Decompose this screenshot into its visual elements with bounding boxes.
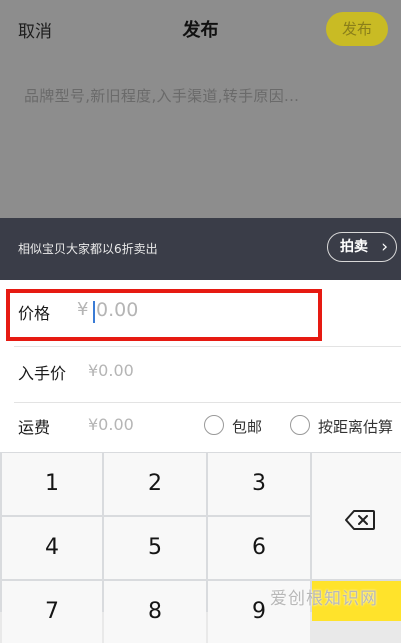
free-shipping-label: 包邮 [232,418,263,436]
backspace-icon [345,510,375,530]
key-2[interactable]: 2 [104,453,206,515]
price-form: 价格 ¥ 入手价 ¥0.00 运费 ¥0.00 包邮 按距离估算 [0,280,401,452]
divider [14,402,401,403]
key-3[interactable]: 3 [208,453,310,515]
auction-button[interactable]: 拍卖 › [327,232,397,262]
original-price-label: 入手价 [18,364,67,383]
chevron-right-icon: › [381,237,388,257]
description-input[interactable]: 品牌型号,新旧程度,入手渠道,转手原因... [24,85,299,106]
delete-key[interactable] [312,453,401,579]
key-6[interactable]: 6 [208,517,310,579]
watermark: 爱创根知识网 [270,589,378,609]
auction-label: 拍卖 [340,239,368,255]
radio-circle-icon [204,415,224,435]
price-row: 价格 ¥ [0,280,401,341]
key-5[interactable]: 5 [104,517,206,579]
key-1[interactable]: 1 [2,453,102,515]
price-input[interactable] [96,294,296,326]
text-cursor [93,301,95,323]
original-price-value[interactable]: ¥0.00 [88,361,134,380]
divider [14,346,401,347]
nav-bar: 取消 发布 发布 [0,0,401,58]
original-price-row[interactable]: 入手价 ¥0.00 [0,348,401,400]
key-8[interactable]: 8 [104,581,206,643]
shipping-label: 运费 [18,418,51,437]
currency-symbol: ¥ [77,299,89,320]
shipping-row: 运费 ¥0.00 包邮 按距离估算 [0,404,401,456]
key-4[interactable]: 4 [2,517,102,579]
key-7[interactable]: 7 [2,581,102,643]
publish-button[interactable]: 发布 [326,12,388,46]
radio-circle-icon [290,415,310,435]
price-label: 价格 [18,304,51,323]
price-suggestion-text: 相似宝贝大家都以6折卖出 [18,242,158,256]
shipping-value[interactable]: ¥0.00 [88,415,134,434]
price-suggestion-banner: 相似宝贝大家都以6折卖出 拍卖 › [0,218,401,280]
composer-background: 取消 发布 发布 品牌型号,新旧程度,入手渠道,转手原因... [0,0,401,218]
distance-estimate-label: 按距离估算 [318,418,394,436]
